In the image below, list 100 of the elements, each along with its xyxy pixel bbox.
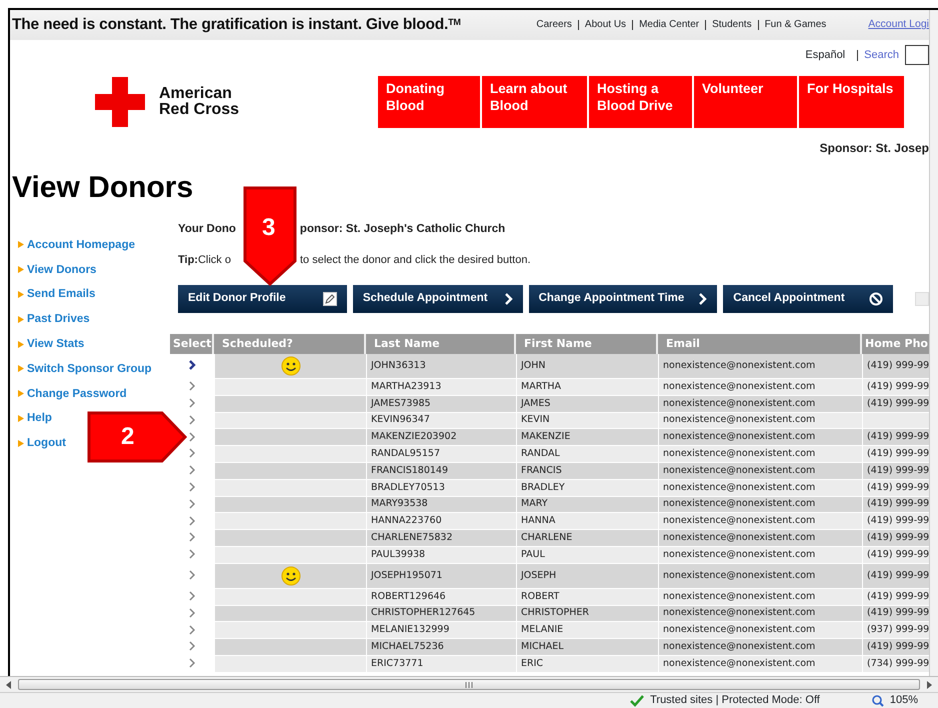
vertical-scrollbar[interactable] [929,10,938,676]
nav-tab[interactable]: Volunteer [694,76,797,128]
table-cell: CHRISTOPHER [516,606,658,622]
table-cell: nonexistence@nonexistent.com [658,622,862,640]
sidebar-link[interactable]: Help [18,406,52,432]
nav-tab[interactable]: Donating Blood [378,76,480,128]
table-cell: (419) 999-99 [862,496,929,514]
table-cell: (419) 999-99 [862,564,929,589]
arrow-bullet-icon [18,440,24,448]
sidebar-link[interactable]: View Donors [18,258,96,283]
table-cell: (419) 999-99 [862,396,929,413]
table-cell: JOSEPH [516,564,658,589]
scrollbar-thumb[interactable] [18,679,920,690]
checkmark-icon [630,694,644,707]
table-cell: KEVIN [516,412,658,430]
table-cell: CHRISTOPHER127645 [366,606,516,622]
sidebar-link[interactable]: Logout [18,431,66,456]
scroll-left-icon[interactable] [6,680,12,688]
table-cell: MELANIE [516,622,658,640]
table-cell: BRADLEY [516,480,658,497]
intro-text: Your Dono [178,222,236,237]
top-link[interactable]: About Us [578,20,632,30]
top-link[interactable]: Fun & Games [758,20,832,30]
tip-text: Click o [198,253,231,268]
table-cell: (419) 999-99 [862,639,929,656]
table-cell: JAMES73985 [366,396,516,413]
sidebar-link[interactable]: Change Password [18,382,127,407]
table-cell: nonexistence@nonexistent.com [658,429,862,446]
table-cell: (419) 999-99 [862,379,929,396]
table-cell: JOSEPH195071 [366,564,516,589]
sidebar-link[interactable]: Past Drives [18,307,90,332]
table-cell: MICHAEL75236 [366,639,516,656]
table-cell: (419) 999-99 [862,462,929,480]
account-login-link[interactable]: Account Logi [868,17,929,33]
tip-text: to select the donor and click the desired button. [300,253,531,268]
search-field[interactable] [905,45,929,65]
sidebar-link[interactable]: Switch Sponsor Group [18,356,152,382]
column-header: Email [658,334,862,354]
table-cell: ROBERT129646 [366,588,516,606]
table-cell: nonexistence@nonexistent.com [658,396,862,413]
table-cell: MAKENZIE203902 [366,429,516,446]
sponsor-heading: Sponsor: St. Josep [818,140,929,152]
horizontal-scrollbar[interactable] [0,676,938,692]
action-button[interactable]: Change Appointment Time [528,285,718,313]
arrow-bullet-icon [18,241,24,250]
action-button[interactable]: Cancel Appointment [723,285,894,313]
chevron-right-icon [504,293,513,305]
column-header: Home Pho [862,334,929,354]
sidebar-link[interactable]: Send Emails [18,282,96,308]
table-cell: nonexistence@nonexistent.com [658,462,862,480]
table-cell: ROBERT [516,588,658,606]
table-cell: (419) 999-99 [862,354,929,379]
arrow-bullet-icon [18,266,24,274]
top-link[interactable]: Careers [530,20,578,30]
search-link[interactable]: Search [857,50,899,60]
row-select-chevron-icon[interactable] [188,360,196,370]
table-cell: (419) 999-99 [862,546,929,564]
table-cell: nonexistence@nonexistent.com [658,606,862,622]
table-cell: MARY93538 [366,496,516,514]
table-cell: nonexistence@nonexistent.com [658,379,862,396]
table-cell: (419) 999-99 [862,446,929,463]
nav-tab[interactable]: Learn about Blood [482,76,587,128]
table-cell: JOHN36313 [366,354,516,379]
callout-number: 3 [262,216,276,240]
table-cell: RANDAL [516,446,658,463]
arrow-bullet-icon [18,316,24,324]
chevron-right-icon [699,293,708,305]
column-header: Scheduled? [214,334,366,354]
nav-tab[interactable]: Hosting a Blood Drive [589,76,692,128]
table-cell: (734) 999-99 [862,656,929,673]
cancel-icon [869,292,884,306]
table-cell: KEVIN96347 [366,412,516,430]
page-title: View Donors [12,170,194,206]
language-link[interactable]: Español [805,46,846,64]
top-link[interactable]: Students [705,20,758,30]
sidebar-link[interactable]: Account Homepage [18,233,135,258]
tip-label: Tip: [178,253,198,268]
nav-tab[interactable]: For Hospitals [799,76,904,128]
table-cell: (937) 999-99 [862,622,929,640]
table-cell: MARTHA23913 [366,379,516,396]
arrow-bullet-icon [18,390,24,398]
table-cell: PAUL39938 [366,546,516,564]
scroll-right-icon[interactable] [926,680,932,688]
table-cell: (419) 999-99 [862,530,929,547]
table-cell: nonexistence@nonexistent.com [658,354,862,379]
table-cell: nonexistence@nonexistent.com [658,496,862,514]
table-cell: nonexistence@nonexistent.com [658,480,862,497]
tagline: The need is constant. The gratification is instant. Give blood.$^{TM}$ [12,15,461,36]
cross-icon [95,77,145,127]
table-cell: (419) 999-99 [862,588,929,606]
sidebar-link[interactable]: View Stats [18,332,84,357]
action-button[interactable]: Edit Donor Profile [178,285,347,313]
top-link[interactable]: Media Center [632,20,706,30]
security-zone-text: Trusted sites | Protected Mode: Off [650,693,820,708]
table-cell: nonexistence@nonexistent.com [658,656,862,673]
table-cell: (419) 999-99 [862,429,929,446]
table-cell: nonexistence@nonexistent.com [658,513,862,530]
action-button[interactable]: Schedule Appointment [352,285,523,313]
table-cell: (419) 999-99 [862,480,929,497]
table-cell: HANNA [516,513,658,530]
